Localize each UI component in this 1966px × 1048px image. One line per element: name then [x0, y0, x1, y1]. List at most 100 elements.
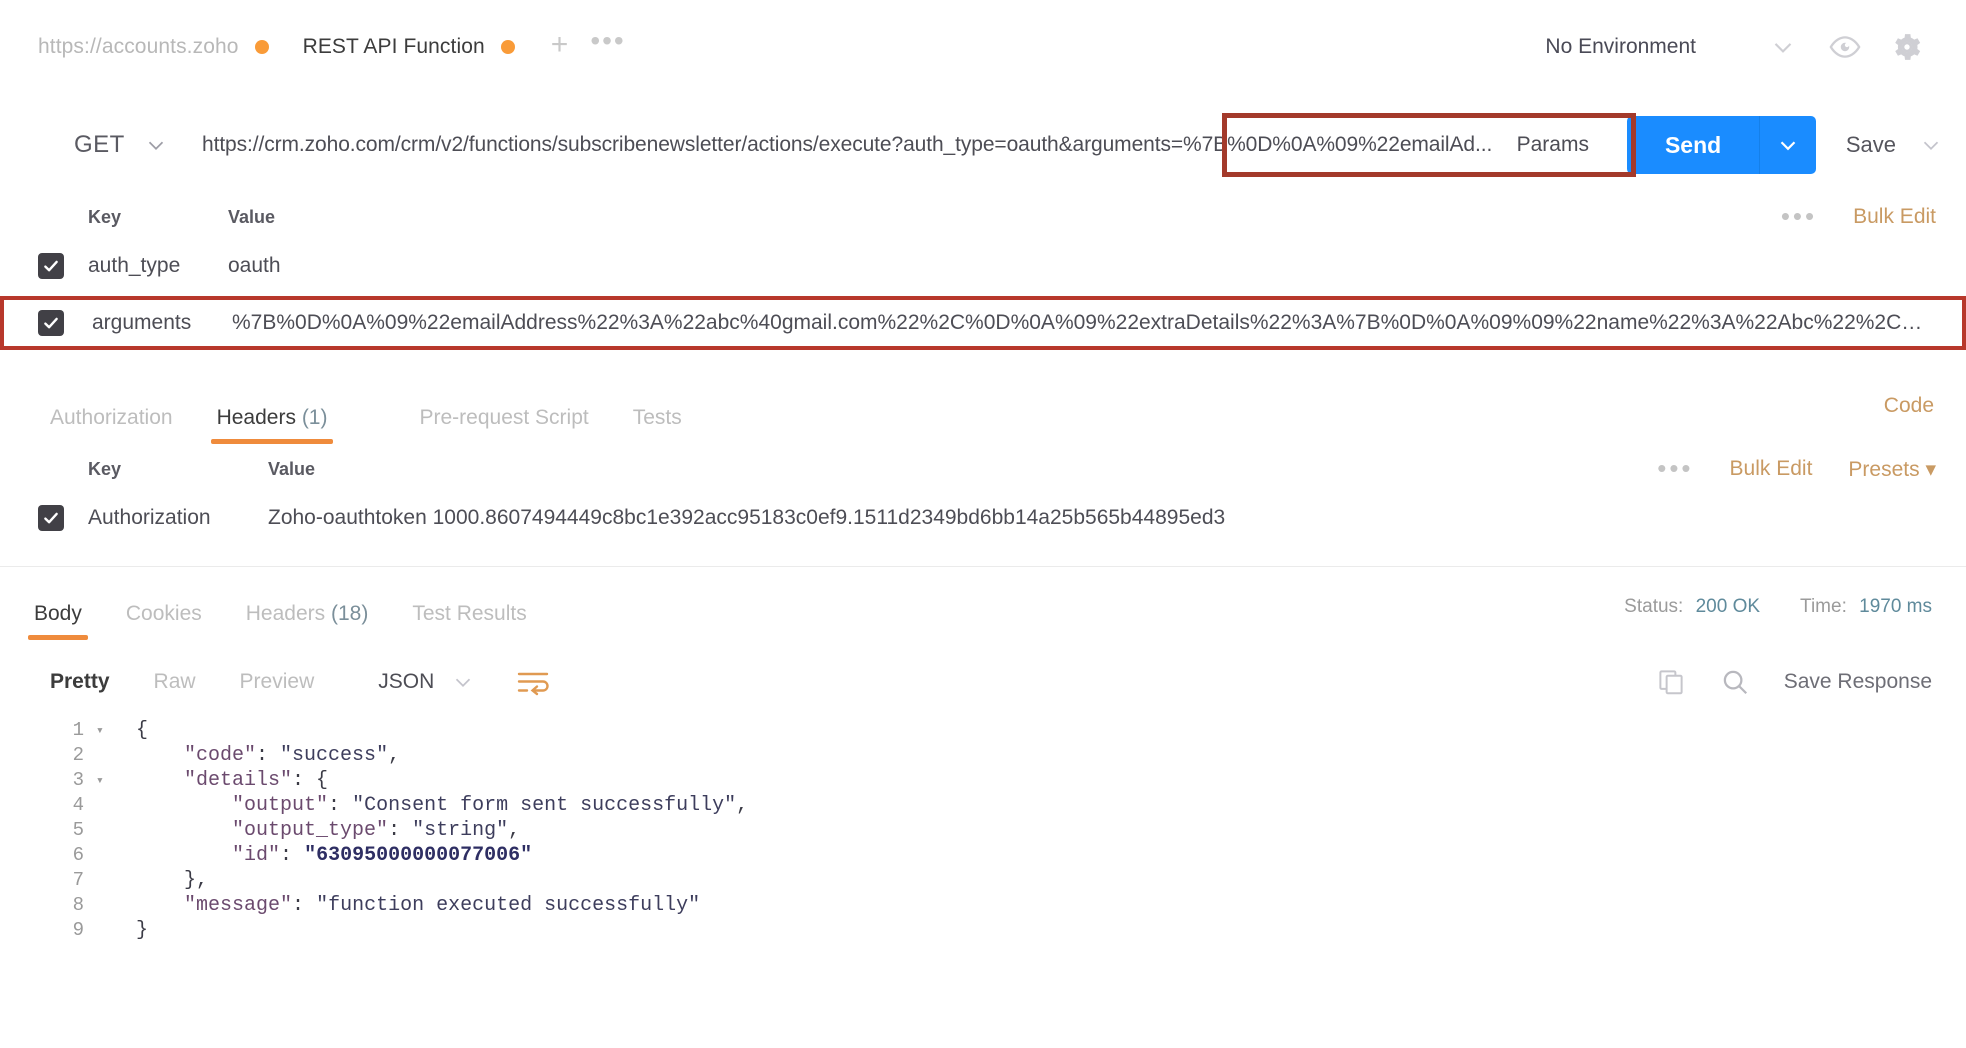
- line-number: 6: [72, 844, 84, 866]
- code-token: "function executed successfully": [316, 894, 701, 917]
- chevron-down-icon: [450, 669, 476, 695]
- gear-icon[interactable]: [1876, 30, 1938, 64]
- params-key[interactable]: arguments: [92, 311, 232, 335]
- tab-response-headers[interactable]: Headers (18): [224, 602, 391, 640]
- code-token: "success": [280, 744, 389, 767]
- save-options-caret-icon[interactable]: [1918, 132, 1944, 158]
- code-token: :: [280, 844, 305, 867]
- fold-toggle-icon[interactable]: ▾: [96, 768, 112, 793]
- request-section-tabs: Authorization Headers (1) Pre-request Sc…: [0, 386, 1966, 444]
- headers-presets-button[interactable]: Presets ▾: [1848, 457, 1936, 482]
- time-value: 1970 ms: [1859, 596, 1932, 617]
- url-input[interactable]: https://crm.zoho.com/crm/v2/functions/su…: [150, 108, 1636, 182]
- copy-icon[interactable]: [1656, 667, 1686, 697]
- tab-label: Cookies: [125, 602, 202, 625]
- row-enabled-checkbox[interactable]: [38, 505, 64, 531]
- save-response-button[interactable]: Save Response: [1784, 670, 1932, 694]
- line-number: 9: [72, 919, 84, 941]
- code-token: "63095000000077006": [304, 844, 533, 867]
- save-button-group: Save: [1846, 132, 1944, 158]
- method-selector[interactable]: GET: [0, 131, 163, 159]
- tab-body[interactable]: Body: [12, 602, 104, 640]
- code-token: "details": [184, 769, 293, 792]
- tab-test-results[interactable]: Test Results: [390, 602, 548, 640]
- line-number: 1: [72, 719, 84, 741]
- row-enabled-checkbox[interactable]: [38, 253, 64, 279]
- format-tab-preview[interactable]: Preview: [218, 670, 337, 694]
- code-text: "details": {: [112, 768, 328, 793]
- code-link[interactable]: Code: [1884, 394, 1934, 418]
- presets-label: Presets: [1848, 457, 1920, 481]
- search-icon[interactable]: [1720, 667, 1750, 697]
- time-badge: Time: 1970 ms: [1800, 596, 1932, 618]
- params-value[interactable]: oauth: [228, 254, 1966, 278]
- code-token: "string": [412, 819, 509, 842]
- send-options-caret-icon[interactable]: [1759, 116, 1816, 174]
- params-row-checkbox-cell: [4, 310, 92, 336]
- code-token: ,: [388, 744, 401, 767]
- header-value[interactable]: Zoho-oauthtoken 1000.8607494449c8bc1e392…: [260, 506, 1966, 530]
- format-tab-pretty[interactable]: Pretty: [28, 670, 132, 694]
- new-tab-button[interactable]: +: [551, 29, 569, 60]
- eye-icon[interactable]: [1814, 30, 1876, 64]
- word-wrap-icon[interactable]: [516, 668, 550, 696]
- unsaved-dot-icon: [500, 39, 515, 54]
- request-tab-2[interactable]: REST API Function: [303, 35, 515, 59]
- url-text: https://crm.zoho.com/crm/v2/functions/su…: [202, 133, 1493, 156]
- code-line: 6 "id": "63095000000077006": [0, 843, 1966, 868]
- code-token: "code": [184, 744, 257, 767]
- format-tab-raw[interactable]: Raw: [132, 670, 218, 694]
- tab-pre-request-script[interactable]: Pre-request Script: [397, 406, 610, 444]
- code-token: ,: [736, 794, 749, 817]
- header-key[interactable]: Authorization: [88, 506, 260, 530]
- tab-label: Authorization: [50, 406, 173, 429]
- row-enabled-checkbox[interactable]: [38, 310, 64, 336]
- headers-overflow-button[interactable]: •••: [1657, 456, 1693, 481]
- code-text: "id": "63095000000077006": [112, 843, 532, 868]
- chevron-down-icon[interactable]: [1752, 32, 1814, 62]
- tab-label: Headers: [216, 406, 296, 429]
- code-token: :: [256, 744, 281, 767]
- table-row[interactable]: arguments %7B%0D%0A%09%22emailAddress%22…: [0, 296, 1966, 350]
- tab-overflow-button[interactable]: •••: [590, 26, 625, 55]
- tab-label: Pre-request Script: [419, 406, 589, 429]
- section-divider: [0, 566, 1966, 567]
- params-key[interactable]: auth_type: [88, 254, 228, 278]
- response-body-viewer[interactable]: 1 ▾ {2 "code": "success", 3 ▾ "details": {4…: [0, 718, 1966, 943]
- line-number: 7: [72, 869, 84, 891]
- table-row[interactable]: auth_type oauth: [0, 238, 1966, 294]
- line-number: 5: [72, 819, 84, 841]
- code-line: 5 "output_type": "string",: [0, 818, 1966, 843]
- code-token: ,: [508, 819, 521, 842]
- code-text: "output": "Consent form sent successfull…: [112, 793, 748, 818]
- language-selector[interactable]: JSON: [378, 669, 476, 695]
- code-token: "Consent form sent successfully": [352, 794, 737, 817]
- line-number: 3: [72, 769, 84, 791]
- params-value[interactable]: %7B%0D%0A%09%22emailAddress%22%3A%22abc%…: [232, 311, 1962, 335]
- send-button[interactable]: Send: [1627, 116, 1759, 174]
- params-toggle-button[interactable]: Params: [1483, 133, 1589, 157]
- params-bulk-edit-button[interactable]: Bulk Edit: [1853, 205, 1936, 229]
- table-row[interactable]: Authorization Zoho-oauthtoken 1000.86074…: [0, 490, 1966, 546]
- code-line: 4 "output": "Consent form sent successfu…: [0, 793, 1966, 818]
- tab-authorization[interactable]: Authorization: [28, 406, 195, 444]
- code-line: 8 "message": "function executed successf…: [0, 893, 1966, 918]
- request-tab-1[interactable]: https://accounts.zoho: [38, 35, 269, 59]
- headers-bulk-edit-button[interactable]: Bulk Edit: [1730, 457, 1813, 481]
- params-table-header: Key Value: [0, 196, 1966, 238]
- save-button[interactable]: Save: [1846, 132, 1896, 158]
- tab-count: (1): [301, 406, 328, 429]
- code-text: "output_type": "string",: [112, 818, 520, 843]
- request-url-row: GET https://crm.zoho.com/crm/v2/function…: [0, 108, 1966, 182]
- fold-toggle-icon[interactable]: ▾: [96, 718, 112, 743]
- code-line: 7 },: [0, 868, 1966, 893]
- code-line: 1 ▾ {: [0, 718, 1966, 743]
- params-overflow-button[interactable]: •••: [1781, 204, 1817, 229]
- tab-cookies[interactable]: Cookies: [104, 602, 224, 640]
- tab-headers[interactable]: Headers (1): [195, 406, 350, 444]
- tab-tests[interactable]: Tests: [611, 406, 704, 444]
- environment-selector[interactable]: No Environment: [1545, 35, 1696, 59]
- code-token: :: [292, 894, 317, 917]
- code-text: "message": "function executed successful…: [112, 893, 700, 918]
- tab-label: Body: [34, 602, 82, 625]
